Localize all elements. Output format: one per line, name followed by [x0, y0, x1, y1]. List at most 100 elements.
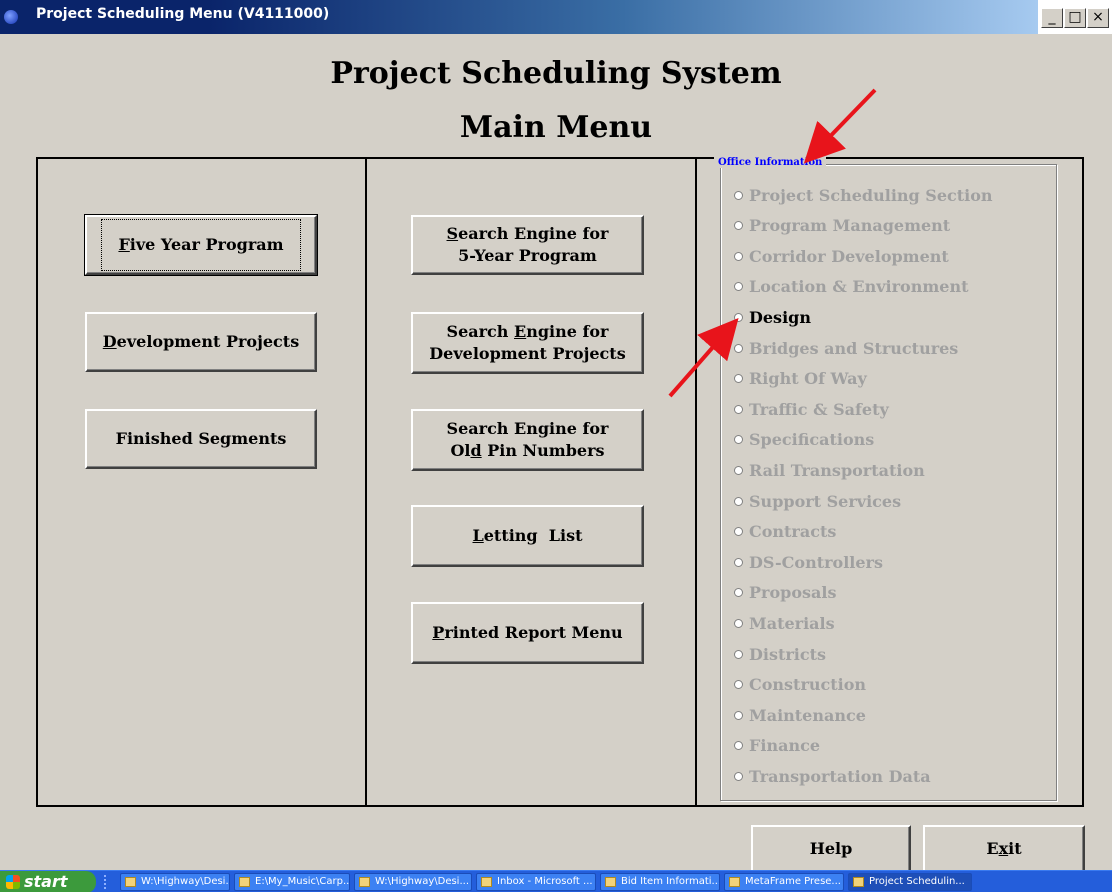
search-dev-line1: Search Engine for [446, 322, 609, 341]
radio-button-icon [734, 649, 743, 659]
quick-launch-grip [104, 875, 114, 889]
office-option-transportation-data: Transportation Data [734, 766, 931, 786]
task-app-icon [359, 877, 370, 887]
task-app-icon [481, 877, 492, 887]
office-option-label: DS-Controllers [749, 552, 883, 572]
office-option-specifications: Specifications [734, 430, 874, 450]
app-icon [4, 10, 18, 24]
minimize-button[interactable]: _ [1041, 8, 1063, 28]
office-option-construction: Construction [734, 675, 866, 695]
office-option-label: Proposals [749, 583, 837, 603]
office-option-label: Support Services [749, 491, 902, 511]
office-option-right-of-way: Right Of Way [734, 369, 867, 389]
search-development-projects-label: Search Engine for Development Projects [429, 321, 625, 365]
office-option-label: Location & Environment [749, 277, 969, 297]
task-label: MetaFrame Prese... [745, 876, 841, 887]
column-divider-2 [695, 157, 697, 807]
office-option-label: Project Scheduling Section [749, 185, 993, 205]
office-option-label: Specifications [749, 430, 875, 450]
radio-button-icon [734, 221, 743, 231]
maximize-button[interactable]: □ [1064, 8, 1086, 28]
taskbar-task[interactable]: Bid Item Informati... [600, 873, 720, 891]
office-option-label: Construction [749, 675, 867, 695]
office-option-location-environment: Location & Environment [734, 277, 968, 297]
taskbar: start W:\Highway\Desi... E:\My_Music\Carp… [0, 870, 1112, 892]
taskbar-task[interactable]: W:\Highway\Desi... [120, 873, 230, 891]
taskbar-task[interactable]: W:\Highway\Desi... [354, 873, 472, 891]
office-option-label: Contracts [749, 522, 837, 542]
column-divider-1 [365, 157, 367, 807]
radio-button-icon [734, 618, 743, 628]
radio-button-icon [734, 741, 743, 751]
office-option-corridor-development: Corridor Development [734, 246, 949, 266]
radio-button-icon [734, 343, 743, 353]
office-option-program-management: Program Management [734, 216, 950, 236]
office-option-label: Right Of Way [749, 369, 867, 389]
search-5-year-line1: Search Engine for [446, 224, 609, 243]
search-5-year-program-button[interactable]: Search Engine for 5-Year Program [411, 215, 644, 275]
taskbar-task[interactable]: Project Schedulin... [848, 873, 972, 891]
task-app-icon [605, 877, 616, 887]
office-option-proposals: Proposals [734, 583, 836, 603]
task-app-icon [125, 877, 136, 887]
help-label: Help [809, 839, 853, 858]
task-label: Project Schedulin... [869, 876, 965, 887]
office-option-label: Rail Transportation [749, 460, 925, 480]
help-button[interactable]: Help [751, 825, 911, 873]
close-button[interactable]: × [1087, 8, 1109, 28]
radio-button-icon[interactable] [734, 312, 743, 322]
page-title: Project Scheduling System [330, 56, 782, 91]
radio-button-icon [734, 557, 743, 567]
search-development-projects-button[interactable]: Search Engine for Development Projects [411, 312, 644, 374]
exit-button[interactable]: Exit [923, 825, 1085, 873]
office-option-bridges-and-structures: Bridges and Structures [734, 338, 958, 358]
radio-button-icon [734, 680, 743, 690]
radio-button-icon [734, 435, 743, 445]
office-option-label: Design [749, 307, 811, 327]
office-option-label: Districts [749, 644, 826, 664]
start-label: start [24, 872, 68, 891]
development-projects-label: Development Projects [102, 332, 300, 351]
radio-button-icon [734, 374, 743, 384]
office-option-design[interactable]: Design [734, 307, 811, 327]
radio-button-icon [734, 404, 743, 414]
search-old-pin-label: Search Engine for Old Pin Numbers [447, 418, 609, 462]
title-bar-caption: Project Scheduling Menu (V4111000) [0, 0, 1038, 34]
search-old-pin-numbers-button[interactable]: Search Engine for Old Pin Numbers [411, 409, 644, 471]
office-information-label: Office Information [714, 157, 827, 168]
office-option-project-scheduling-section: Project Scheduling Section [734, 185, 993, 205]
five-year-program-button[interactable]: Five Year Program [84, 214, 318, 276]
windows-logo-icon [6, 875, 20, 889]
task-label: W:\Highway\Desi... [375, 876, 469, 887]
exit-label: Exit [986, 839, 1022, 858]
office-option-ds-controllers: DS-Controllers [734, 552, 883, 572]
development-projects-button[interactable]: Development Projects [85, 312, 317, 372]
office-option-materials: Materials [734, 613, 835, 633]
office-option-traffic-safety: Traffic & Safety [734, 399, 889, 419]
radio-button-icon [734, 588, 743, 598]
office-option-districts: Districts [734, 644, 826, 664]
start-button[interactable]: start [0, 871, 96, 892]
office-option-label: Traffic & Safety [749, 399, 889, 419]
radio-button-icon [734, 465, 743, 475]
printed-report-menu-button[interactable]: Printed Report Menu [411, 602, 644, 664]
finished-segments-label: Finished Segments [115, 429, 287, 448]
task-app-icon [239, 877, 250, 887]
office-option-contracts: Contracts [734, 522, 836, 542]
finished-segments-button[interactable]: Finished Segments [85, 409, 317, 469]
taskbar-task[interactable]: E:\My_Music\Carp... [234, 873, 350, 891]
taskbar-task[interactable]: Inbox - Microsoft ... [476, 873, 596, 891]
task-label: Bid Item Informati... [621, 876, 720, 887]
search-pin-line2: Old Pin Numbers [450, 441, 605, 460]
radio-button-icon [734, 282, 743, 292]
radio-button-icon [734, 771, 743, 781]
letting-list-button[interactable]: Letting List [411, 505, 644, 567]
office-option-support-services: Support Services [734, 491, 901, 511]
office-option-label: Bridges and Structures [749, 338, 959, 358]
search-pin-line1: Search Engine for [446, 419, 609, 438]
office-option-label: Program Management [749, 216, 951, 236]
taskbar-task[interactable]: MetaFrame Prese... [724, 873, 844, 891]
office-option-label: Finance [749, 736, 820, 756]
office-option-maintenance: Maintenance [734, 705, 866, 725]
office-option-label: Materials [749, 613, 835, 633]
